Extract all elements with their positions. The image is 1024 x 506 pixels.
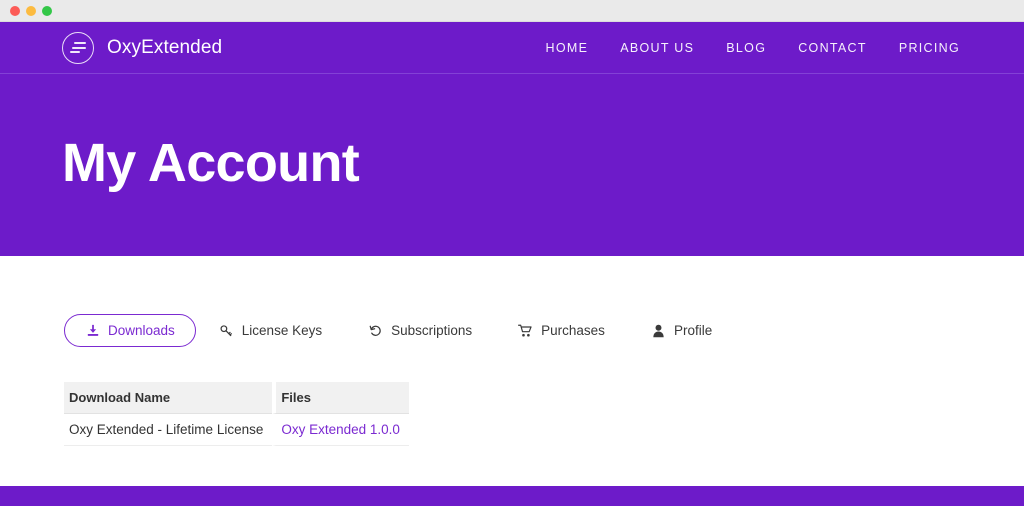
tab-downloads-label: Downloads bbox=[108, 323, 175, 338]
nav-link-pricing[interactable]: PRICING bbox=[899, 41, 960, 55]
minimize-window-button[interactable] bbox=[26, 6, 36, 16]
speed-lines-circle-icon bbox=[62, 32, 94, 64]
file-download-link[interactable]: Oxy Extended 1.0.0 bbox=[281, 422, 400, 437]
account-tabs: Downloads License Keys bbox=[64, 314, 735, 347]
downloads-table: Download Name Files Oxy Extended - Lifet… bbox=[64, 382, 409, 446]
history-icon bbox=[368, 323, 383, 338]
column-header-files: Files bbox=[272, 382, 409, 414]
cell-download-name: Oxy Extended - Lifetime License bbox=[64, 414, 272, 446]
nav-link-contact[interactable]: CONTACT bbox=[798, 41, 867, 55]
tab-profile[interactable]: Profile bbox=[628, 315, 735, 347]
account-content: Downloads License Keys bbox=[0, 256, 1024, 486]
browser-window: OxyExtended HOME ABOUT US BLOG CONTACT P… bbox=[0, 0, 1024, 506]
maximize-window-button[interactable] bbox=[42, 6, 52, 16]
window-titlebar bbox=[0, 0, 1024, 22]
cell-files: Oxy Extended 1.0.0 bbox=[272, 414, 409, 446]
table-header-row: Download Name Files bbox=[64, 382, 409, 414]
table-row: Oxy Extended - Lifetime License Oxy Exte… bbox=[64, 414, 409, 446]
downloads-table-head: Download Name Files bbox=[64, 382, 409, 414]
tab-subscriptions-label: Subscriptions bbox=[391, 323, 472, 338]
tab-purchases[interactable]: Purchases bbox=[495, 315, 628, 347]
page-title: My Account bbox=[62, 136, 359, 190]
tab-license-keys-label: License Keys bbox=[242, 323, 322, 338]
main-navigation: HOME ABOUT US BLOG CONTACT PRICING bbox=[546, 41, 961, 55]
tab-profile-label: Profile bbox=[674, 323, 712, 338]
tab-downloads[interactable]: Downloads bbox=[64, 314, 196, 347]
window-traffic-lights bbox=[10, 6, 52, 16]
nav-link-about-us[interactable]: ABOUT US bbox=[620, 41, 694, 55]
key-icon bbox=[219, 323, 234, 338]
brand-name: OxyExtended bbox=[107, 37, 222, 59]
tab-purchases-label: Purchases bbox=[541, 323, 605, 338]
user-icon bbox=[651, 323, 666, 338]
tab-license-keys[interactable]: License Keys bbox=[196, 315, 345, 347]
brand-logo-link[interactable]: OxyExtended bbox=[62, 32, 222, 64]
site-footer bbox=[0, 486, 1024, 506]
close-window-button[interactable] bbox=[10, 6, 20, 16]
download-icon bbox=[85, 323, 100, 338]
hero-banner: My Account bbox=[0, 74, 1024, 256]
site-header: OxyExtended HOME ABOUT US BLOG CONTACT P… bbox=[0, 22, 1024, 74]
downloads-table-body: Oxy Extended - Lifetime License Oxy Exte… bbox=[64, 414, 409, 446]
nav-link-blog[interactable]: BLOG bbox=[726, 41, 766, 55]
nav-link-home[interactable]: HOME bbox=[546, 41, 589, 55]
shopping-cart-icon bbox=[518, 323, 533, 338]
tab-subscriptions[interactable]: Subscriptions bbox=[345, 315, 495, 347]
column-header-download-name: Download Name bbox=[64, 382, 272, 414]
